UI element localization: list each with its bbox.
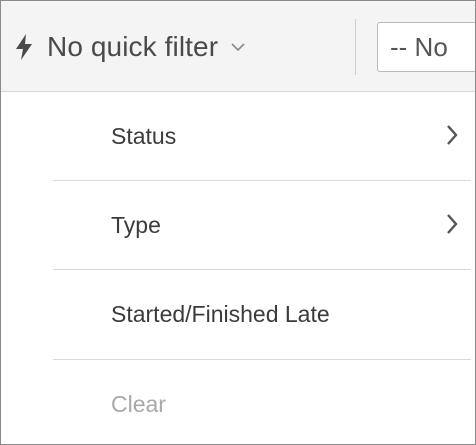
menu-item-started-finished-late[interactable]: Started/Finished Late <box>53 270 471 358</box>
menu-item-status[interactable]: Status <box>53 92 471 180</box>
filter-select[interactable]: -- No <box>377 22 475 72</box>
chevron-down-icon <box>231 43 245 52</box>
toolbar-divider <box>355 19 356 75</box>
menu-item-clear: Clear <box>53 360 471 444</box>
quick-filter-panel: No quick filter -- No Status Type Starte <box>0 0 476 445</box>
menu-item-label: Started/Finished Late <box>111 300 330 327</box>
quick-filter-dropdown[interactable]: No quick filter <box>15 25 246 69</box>
chevron-right-icon <box>447 125 458 145</box>
menu-item-label: Status <box>111 122 177 149</box>
filter-select-value: -- No <box>390 31 448 62</box>
filter-toolbar: No quick filter -- No <box>1 1 475 92</box>
menu-item-label: Clear <box>111 390 166 417</box>
quick-filter-label: No quick filter <box>47 31 219 62</box>
lightning-bolt-icon <box>16 34 32 60</box>
menu-item-type[interactable]: Type <box>53 181 471 269</box>
menu-item-label: Type <box>111 211 161 238</box>
chevron-right-icon <box>447 214 458 234</box>
